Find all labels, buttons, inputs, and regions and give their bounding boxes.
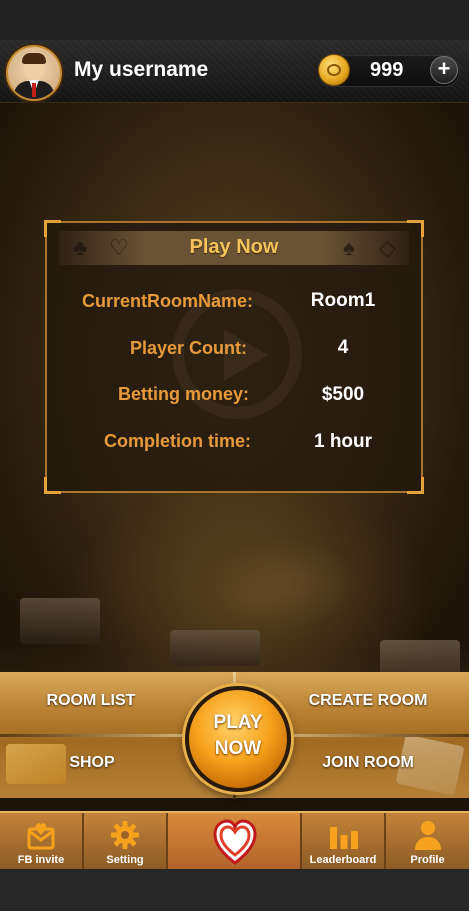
- coin-icon: [318, 54, 350, 86]
- bar-chart-icon: [330, 827, 358, 849]
- nav-label: Leaderboard: [309, 854, 377, 866]
- system-nav-bar: [0, 869, 469, 911]
- hand-decoration: [210, 538, 360, 628]
- room-name-label: CurrentRoomName:: [81, 291, 253, 311]
- heart-envelope-icon: [27, 823, 55, 850]
- dialog-corner: [407, 220, 424, 237]
- dialog-corner: [44, 477, 61, 494]
- heart-icon: [213, 819, 257, 865]
- bottom-nav: FB invite Setting Leaderboard Profile: [0, 811, 469, 871]
- avatar[interactable]: [6, 45, 62, 101]
- username: My username: [74, 58, 209, 81]
- nav-label: FB invite: [17, 854, 65, 866]
- play-now-button[interactable]: PLAY NOW: [185, 686, 291, 792]
- avatar-hair: [22, 53, 46, 64]
- room-name-value: Room1: [310, 290, 376, 311]
- dialog-corner: [407, 477, 424, 494]
- dialog-header: ♣ ♡ ♠ ◇ Play Now: [59, 231, 409, 265]
- nav-profile[interactable]: Profile: [386, 813, 469, 871]
- completion-time-value: 1 hour: [313, 431, 373, 452]
- player-count-label: Player Count:: [129, 338, 247, 358]
- chip-stack-decoration: [20, 598, 100, 644]
- nav-fb-invite[interactable]: FB invite: [0, 813, 84, 871]
- status-bar: [0, 0, 469, 40]
- nav-label: Setting: [106, 854, 144, 866]
- player-count-value: 4: [337, 337, 349, 358]
- dialog-title: Play Now: [189, 236, 279, 258]
- create-room-label: CREATE ROOM: [308, 692, 428, 709]
- betting-money-value: $500: [321, 384, 365, 405]
- avatar-tie: [32, 83, 36, 97]
- nav-setting[interactable]: Setting: [84, 813, 168, 871]
- top-bar: My username 999 +: [0, 40, 469, 103]
- play-now-dialog: ♣ ♡ ♠ ◇ Play Now CurrentRoomName: Room1 …: [44, 220, 424, 494]
- completion-time-label: Completion time:: [104, 431, 251, 451]
- play-now-label-line2: NOW: [214, 738, 262, 759]
- shop-label: SHOP: [69, 754, 115, 771]
- gear-icon: [111, 821, 139, 849]
- nav-home[interactable]: [168, 813, 302, 871]
- chip-stack-decoration: [170, 630, 260, 666]
- game-lobby-screen: My username 999 + ♣ ♡ ♠ ◇ Play Now Curre…: [0, 0, 469, 911]
- play-now-label-line1: PLAY: [213, 712, 263, 733]
- add-coins-button[interactable]: +: [430, 56, 458, 84]
- nav-leaderboard[interactable]: Leaderboard: [302, 813, 386, 871]
- nav-label: Profile: [410, 854, 445, 866]
- room-list-label: ROOM LIST: [46, 692, 136, 709]
- coin-count: 999: [370, 59, 404, 81]
- betting-money-label: Betting money:: [117, 384, 249, 404]
- person-icon: [415, 821, 441, 850]
